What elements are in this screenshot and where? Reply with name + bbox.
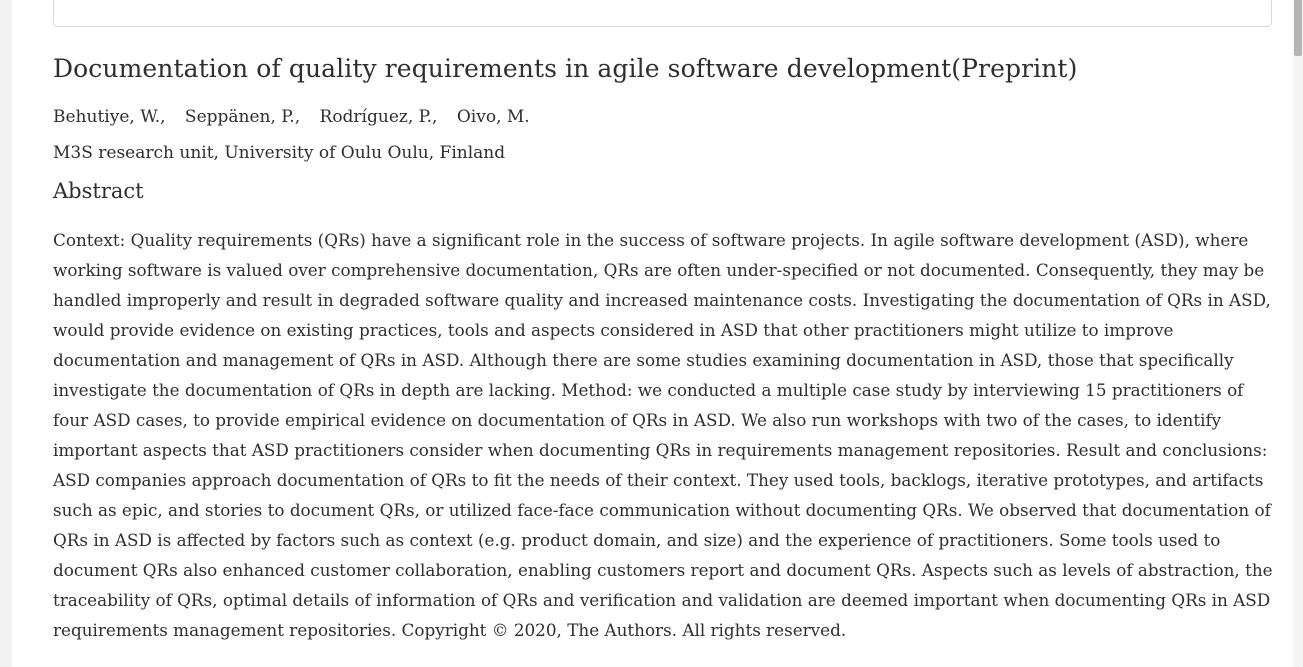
author-name[interactable]: Oivo, M. [457, 107, 530, 127]
abstract-text: Context: Quality requirements (QRs) have… [53, 230, 1273, 640]
paper-title: Documentation of quality requirements in… [53, 54, 1078, 83]
left-gutter [0, 0, 12, 667]
top-panel [53, 0, 1272, 27]
author-name[interactable]: Behutiye, W., [53, 107, 166, 127]
scrollbar-thumb[interactable] [1294, 0, 1302, 56]
author-list: Behutiye, W., Seppänen, P., Rodríguez, P… [53, 105, 1275, 129]
affiliation: M3S research unit, University of Oulu Ou… [53, 143, 506, 163]
paper-detail: Documentation of quality requirements in… [53, 50, 1275, 645]
vertical-scrollbar[interactable] [1293, 0, 1303, 667]
author-name[interactable]: Rodríguez, P., [320, 107, 438, 127]
author-name[interactable]: Seppänen, P., [185, 107, 300, 127]
abstract-heading: Abstract [53, 179, 144, 203]
